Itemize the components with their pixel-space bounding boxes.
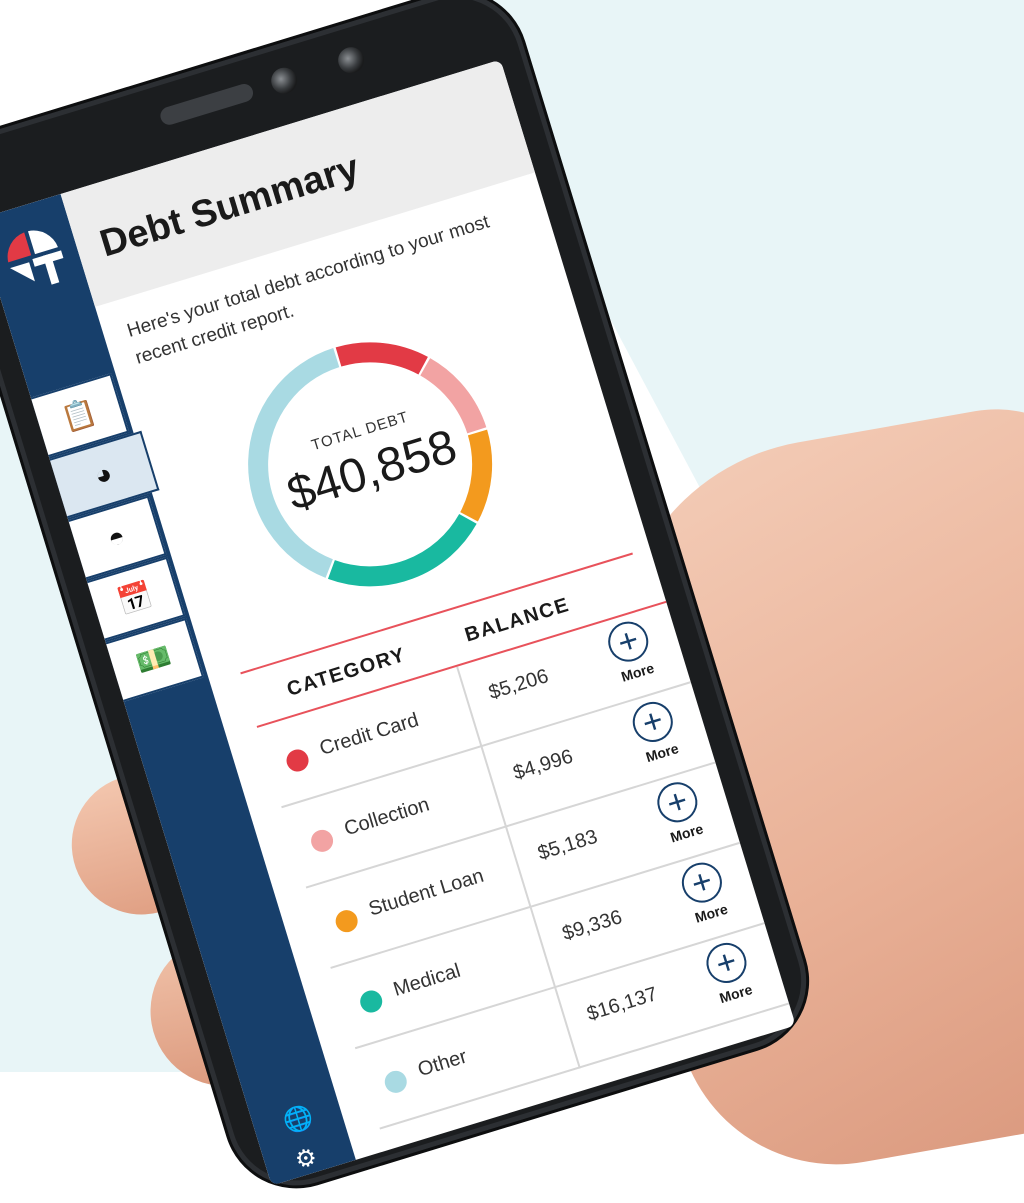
category-color-dot (382, 1068, 410, 1096)
gear-icon[interactable]: ⚙ (292, 1142, 321, 1176)
more-button[interactable]: + More (692, 935, 771, 1023)
plus-circle-icon: + (676, 857, 727, 908)
clipboard-check-icon: 📋 (57, 394, 101, 435)
category-label: Collection (341, 793, 433, 841)
app-logo-icon (7, 230, 64, 285)
more-button[interactable]: + More (594, 614, 673, 702)
more-label: More (717, 981, 755, 1007)
column-divider (480, 746, 508, 828)
donut-segment (335, 342, 428, 375)
category-color-dot (332, 907, 361, 935)
column-divider (529, 907, 557, 989)
category-color-dot (357, 987, 385, 1016)
more-button[interactable]: + More (667, 855, 746, 943)
front-sensor (267, 64, 301, 97)
more-label: More (643, 740, 681, 766)
plus-circle-icon: + (652, 777, 703, 828)
globe-icon[interactable]: 🌐 (280, 1101, 317, 1137)
category-label: Medical (390, 959, 464, 1001)
calendar-icon: 📅 (113, 578, 157, 619)
category-color-dot (308, 827, 336, 855)
more-button[interactable]: + More (643, 774, 722, 862)
category-color-dot (283, 746, 312, 775)
more-label: More (692, 900, 730, 926)
donut-segment (327, 513, 477, 587)
balance-value: $5,183 (535, 825, 601, 865)
column-divider (456, 666, 483, 748)
speaker-grille (158, 81, 256, 128)
balance-value: $4,996 (510, 745, 576, 785)
plus-circle-icon: + (701, 937, 752, 988)
more-button[interactable]: + More (618, 694, 697, 782)
column-divider (505, 827, 532, 909)
category-label: Other (415, 1045, 470, 1082)
money-bill-icon: 💵 (132, 639, 175, 680)
speedometer-icon: ◓ (103, 519, 129, 555)
balance-value: $9,336 (559, 906, 625, 946)
pie-chart-icon: ◕ (90, 456, 116, 492)
category-label: Credit Card (317, 708, 422, 760)
plus-circle-icon: + (603, 616, 654, 667)
plus-circle-icon: + (627, 696, 678, 747)
front-camera (334, 44, 368, 77)
column-divider (554, 987, 581, 1069)
category-label: Student Loan (366, 864, 487, 921)
total-debt-donut: TOTAL DEBT $40,858 (202, 296, 539, 633)
more-label: More (619, 659, 656, 685)
page-title: Debt Summary (95, 146, 364, 266)
balance-value: $5,206 (486, 665, 552, 705)
balance-value: $16,137 (584, 983, 660, 1026)
more-label: More (668, 820, 706, 846)
